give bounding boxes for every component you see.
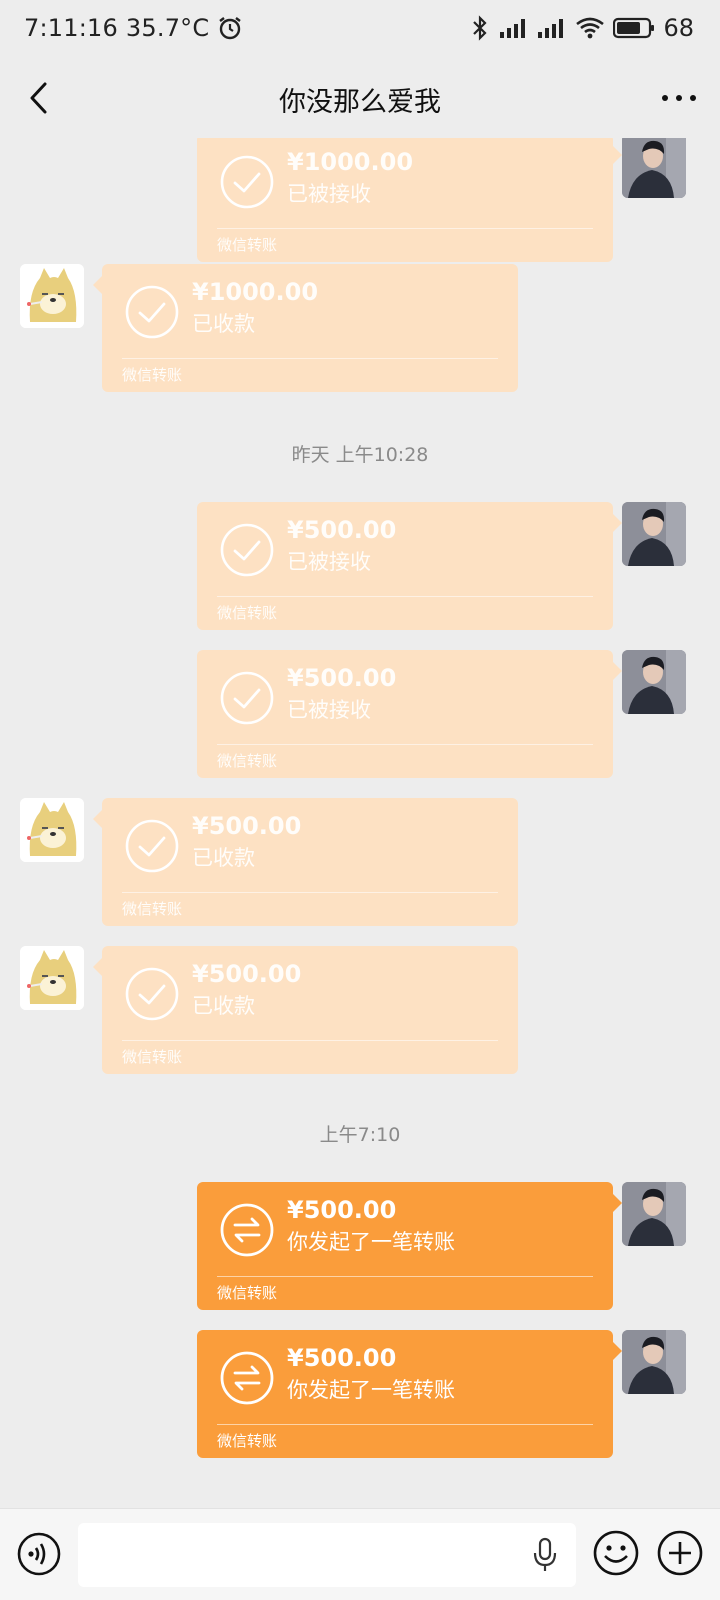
self-avatar[interactable] bbox=[622, 502, 686, 566]
signal-icon bbox=[499, 17, 529, 39]
transfer-status: 已被接收 bbox=[287, 182, 371, 206]
check-circle-icon bbox=[124, 966, 180, 1022]
battery-level: 68 bbox=[663, 14, 694, 42]
status-temperature: 35.7°C bbox=[125, 14, 210, 42]
message-input[interactable] bbox=[78, 1523, 576, 1587]
transfer-label: 微信转账 bbox=[122, 366, 183, 384]
transfer-status: 已收款 bbox=[192, 994, 255, 1018]
transfer-status: 已被接收 bbox=[287, 698, 371, 722]
nav-bar: 你没那么爱我 bbox=[0, 62, 720, 138]
transfer-status: 已被接收 bbox=[287, 550, 371, 574]
bubble-divider bbox=[122, 892, 498, 893]
check-circle-icon bbox=[219, 522, 275, 578]
bubble-tail bbox=[613, 1194, 622, 1212]
transfer-bubble[interactable]: ¥500.00 已收款微信转账 bbox=[93, 946, 518, 1074]
self-avatar[interactable] bbox=[622, 650, 686, 714]
check-circle-icon bbox=[219, 154, 275, 210]
bluetooth-icon bbox=[469, 15, 491, 41]
mic-icon[interactable] bbox=[530, 1537, 560, 1573]
transfer-bubble[interactable]: ¥500.00 你发起了一笔转账微信转账 bbox=[197, 1330, 622, 1458]
emoji-icon bbox=[593, 1530, 639, 1576]
plus-icon bbox=[657, 1530, 703, 1576]
transfer-status: 你发起了一笔转账 bbox=[287, 1230, 455, 1254]
bubble-divider bbox=[217, 1276, 593, 1277]
chat-title: 你没那么爱我 bbox=[279, 87, 441, 118]
bubble-divider bbox=[122, 358, 498, 359]
transfer-amount: ¥500.00 bbox=[192, 960, 302, 988]
bubble-tail bbox=[93, 958, 102, 976]
transfer-bubble[interactable]: ¥1000.00 已收款微信转账 bbox=[93, 264, 518, 392]
emoji-button[interactable] bbox=[592, 1529, 640, 1577]
contact-avatar[interactable] bbox=[20, 798, 84, 862]
timestamp: 上午7:10 bbox=[319, 1124, 401, 1146]
transfer-status: 已收款 bbox=[192, 846, 255, 870]
voice-toggle-button[interactable] bbox=[16, 1531, 62, 1577]
transfer-bubble[interactable]: ¥500.00 你发起了一笔转账微信转账 bbox=[197, 1182, 622, 1310]
transfer-label: 微信转账 bbox=[122, 900, 183, 918]
bubble-tail bbox=[613, 146, 622, 164]
transfer-bubble[interactable]: ¥500.00 已收款微信转账 bbox=[93, 798, 518, 926]
transfer-amount: ¥500.00 bbox=[287, 516, 397, 544]
self-avatar[interactable] bbox=[622, 1330, 686, 1394]
back-button[interactable] bbox=[18, 76, 62, 120]
transfer-amount: ¥500.00 bbox=[287, 664, 397, 692]
self-avatar[interactable] bbox=[622, 138, 686, 198]
transfer-amount: ¥500.00 bbox=[287, 1344, 397, 1372]
more-dots-icon bbox=[662, 95, 696, 101]
status-time: 7:11:16 bbox=[24, 14, 118, 42]
transfer-icon bbox=[219, 1202, 275, 1258]
status-bar: 7:11:16 35.7°C 68 bbox=[0, 0, 720, 62]
more-button[interactable] bbox=[656, 76, 702, 120]
transfer-status: 你发起了一笔转账 bbox=[287, 1378, 455, 1402]
transfer-bubble[interactable]: ¥1000.00 已被接收微信转账 bbox=[197, 138, 622, 262]
transfer-label: 微信转账 bbox=[217, 604, 278, 622]
status-right: 68 bbox=[469, 14, 694, 42]
alarm-icon bbox=[217, 15, 243, 41]
bubble-divider bbox=[217, 228, 593, 229]
bubble-divider bbox=[217, 596, 593, 597]
transfer-label: 微信转账 bbox=[217, 1284, 278, 1302]
transfer-label: 微信转账 bbox=[122, 1048, 183, 1066]
contact-avatar[interactable] bbox=[20, 946, 84, 1010]
bubble-tail bbox=[93, 276, 102, 294]
status-left: 7:11:16 35.7°C bbox=[24, 14, 243, 42]
chat-area[interactable]: ¥1000.00 已被接收 微信转账 ¥1000.00 已收款 微信转账 昨天 上午10:2… bbox=[0, 138, 720, 1508]
transfer-label: 微信转账 bbox=[217, 1432, 278, 1450]
bubble-tail bbox=[613, 662, 622, 680]
transfer-amount: ¥500.00 bbox=[192, 812, 302, 840]
battery-icon bbox=[613, 17, 655, 39]
transfer-label: 微信转账 bbox=[217, 236, 278, 254]
wifi-icon bbox=[575, 16, 605, 40]
input-bar bbox=[0, 1508, 720, 1600]
bubble-tail bbox=[93, 810, 102, 828]
transfer-amount: ¥1000.00 bbox=[287, 148, 414, 176]
check-circle-icon bbox=[124, 818, 180, 874]
transfer-icon bbox=[219, 1350, 275, 1406]
transfer-bubble[interactable]: ¥500.00 已被接收微信转账 bbox=[197, 650, 622, 778]
bubble-tail bbox=[613, 1342, 622, 1360]
signal-icon bbox=[537, 17, 567, 39]
transfer-bubble[interactable]: ¥500.00 已被接收微信转账 bbox=[197, 502, 622, 630]
self-avatar[interactable] bbox=[622, 1182, 686, 1246]
bubble-divider bbox=[122, 1040, 498, 1041]
voice-icon bbox=[17, 1532, 61, 1576]
check-circle-icon bbox=[219, 670, 275, 726]
bubble-divider bbox=[217, 1424, 593, 1425]
more-actions-button[interactable] bbox=[656, 1529, 704, 1577]
transfer-label: 微信转账 bbox=[217, 752, 278, 770]
transfer-status: 已收款 bbox=[192, 312, 255, 336]
contact-avatar[interactable] bbox=[20, 264, 84, 328]
transfer-amount: ¥500.00 bbox=[287, 1196, 397, 1224]
check-circle-icon bbox=[124, 284, 180, 340]
timestamp: 昨天 上午10:28 bbox=[291, 444, 429, 466]
bubble-divider bbox=[217, 744, 593, 745]
chevron-left-icon bbox=[30, 82, 47, 114]
bubble-tail bbox=[613, 514, 622, 532]
transfer-amount: ¥1000.00 bbox=[192, 278, 319, 306]
